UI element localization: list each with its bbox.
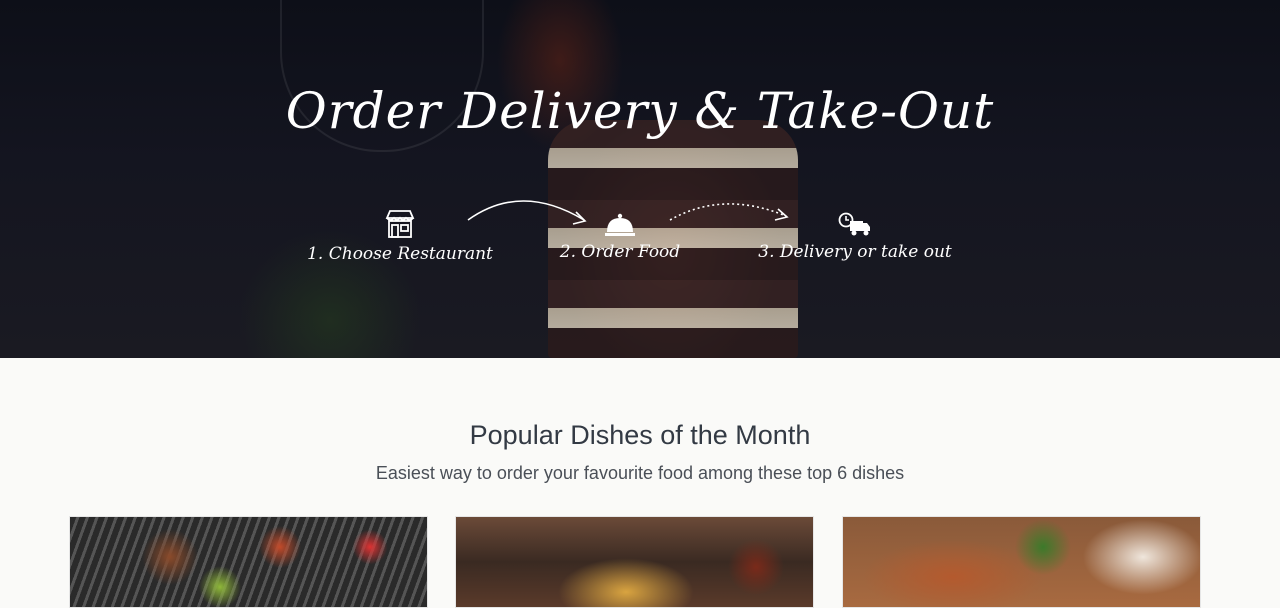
- hero-banner: Order Delivery & Take-Out 1. Choose Rest…: [0, 0, 1280, 358]
- step-label: 2. Order Food: [559, 242, 681, 262]
- food-cloche-icon: [605, 213, 635, 236]
- popular-dishes-subtitle: Easiest way to order your favourite food…: [375, 463, 905, 483]
- step-label: 3. Delivery or take out: [758, 242, 952, 262]
- step-delivery-or-takeout: 3. Delivery or take out: [745, 212, 965, 262]
- popular-dishes-title: Popular Dishes of the Month: [469, 420, 811, 450]
- delivery-truck-icon: [838, 212, 870, 236]
- dish-card-salad-plate[interactable]: [842, 516, 1201, 608]
- storefront-icon: [385, 210, 415, 238]
- step-label: 1. Choose Restaurant: [307, 244, 493, 264]
- hero-title: Order Delivery & Take-Out: [285, 82, 995, 140]
- dish-card-grilled-meat[interactable]: [69, 516, 428, 608]
- dish-card-baked-dish[interactable]: [455, 516, 814, 608]
